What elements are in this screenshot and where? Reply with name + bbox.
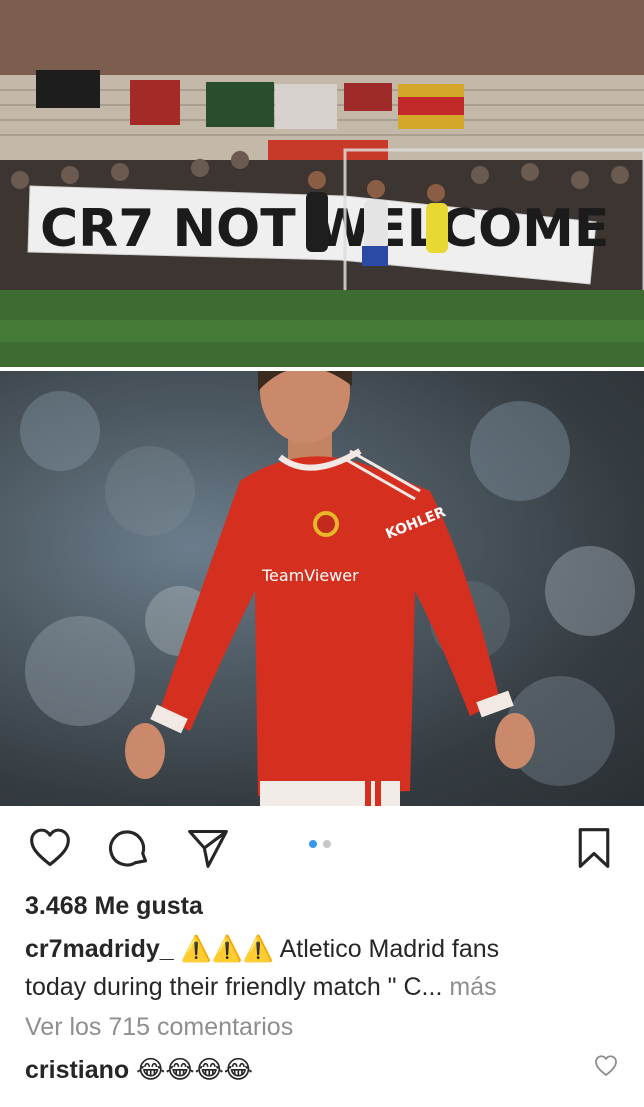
save-button[interactable] xyxy=(572,826,616,870)
post-caption: cr7madridy_ ⚠️⚠️⚠️ Atletico Madrid fans … xyxy=(25,930,625,1006)
carousel-dot-active xyxy=(309,840,317,848)
view-comments-link[interactable]: Ver los 715 comentarios xyxy=(25,1013,293,1042)
post-media[interactable]: CR7 NOT WELCOME TeamViewer KOHLER xyxy=(0,0,644,806)
stadium-photo: CR7 NOT WELCOME xyxy=(0,0,644,367)
heart-icon xyxy=(30,828,70,867)
paper-plane-icon xyxy=(188,829,228,868)
carousel-dot xyxy=(323,840,331,848)
bookmark-icon xyxy=(578,828,610,868)
caption-line-2: today during their friendly match " C... xyxy=(25,973,443,1001)
comment-like-button[interactable] xyxy=(594,1054,618,1078)
caption-username[interactable]: cr7madridy_ xyxy=(25,935,174,963)
like-button[interactable] xyxy=(28,826,72,870)
carousel-indicator xyxy=(309,840,331,848)
player-photo: TeamViewer KOHLER xyxy=(0,371,644,806)
jersey-sponsor: TeamViewer xyxy=(261,566,359,585)
caption-more-link[interactable]: más xyxy=(449,973,496,1001)
share-button[interactable] xyxy=(186,826,230,870)
comment-username[interactable]: cristiano xyxy=(25,1056,129,1084)
player-illustration: TeamViewer KOHLER xyxy=(20,371,635,806)
caption-warning-emoji: ⚠️⚠️⚠️ xyxy=(180,935,275,963)
comment-bubble-icon xyxy=(109,830,148,867)
top-comment: cristiano 😂😂😂😂 xyxy=(25,1055,253,1085)
small-heart-icon xyxy=(595,1055,617,1076)
comment-text: 😂😂😂😂 xyxy=(136,1056,254,1084)
comment-button[interactable] xyxy=(107,826,151,870)
caption-line-1: Atletico Madrid fans xyxy=(279,935,500,963)
likes-count[interactable]: 3.468 Me gusta xyxy=(25,892,203,921)
stadium-illustration: CR7 NOT WELCOME xyxy=(0,0,644,367)
